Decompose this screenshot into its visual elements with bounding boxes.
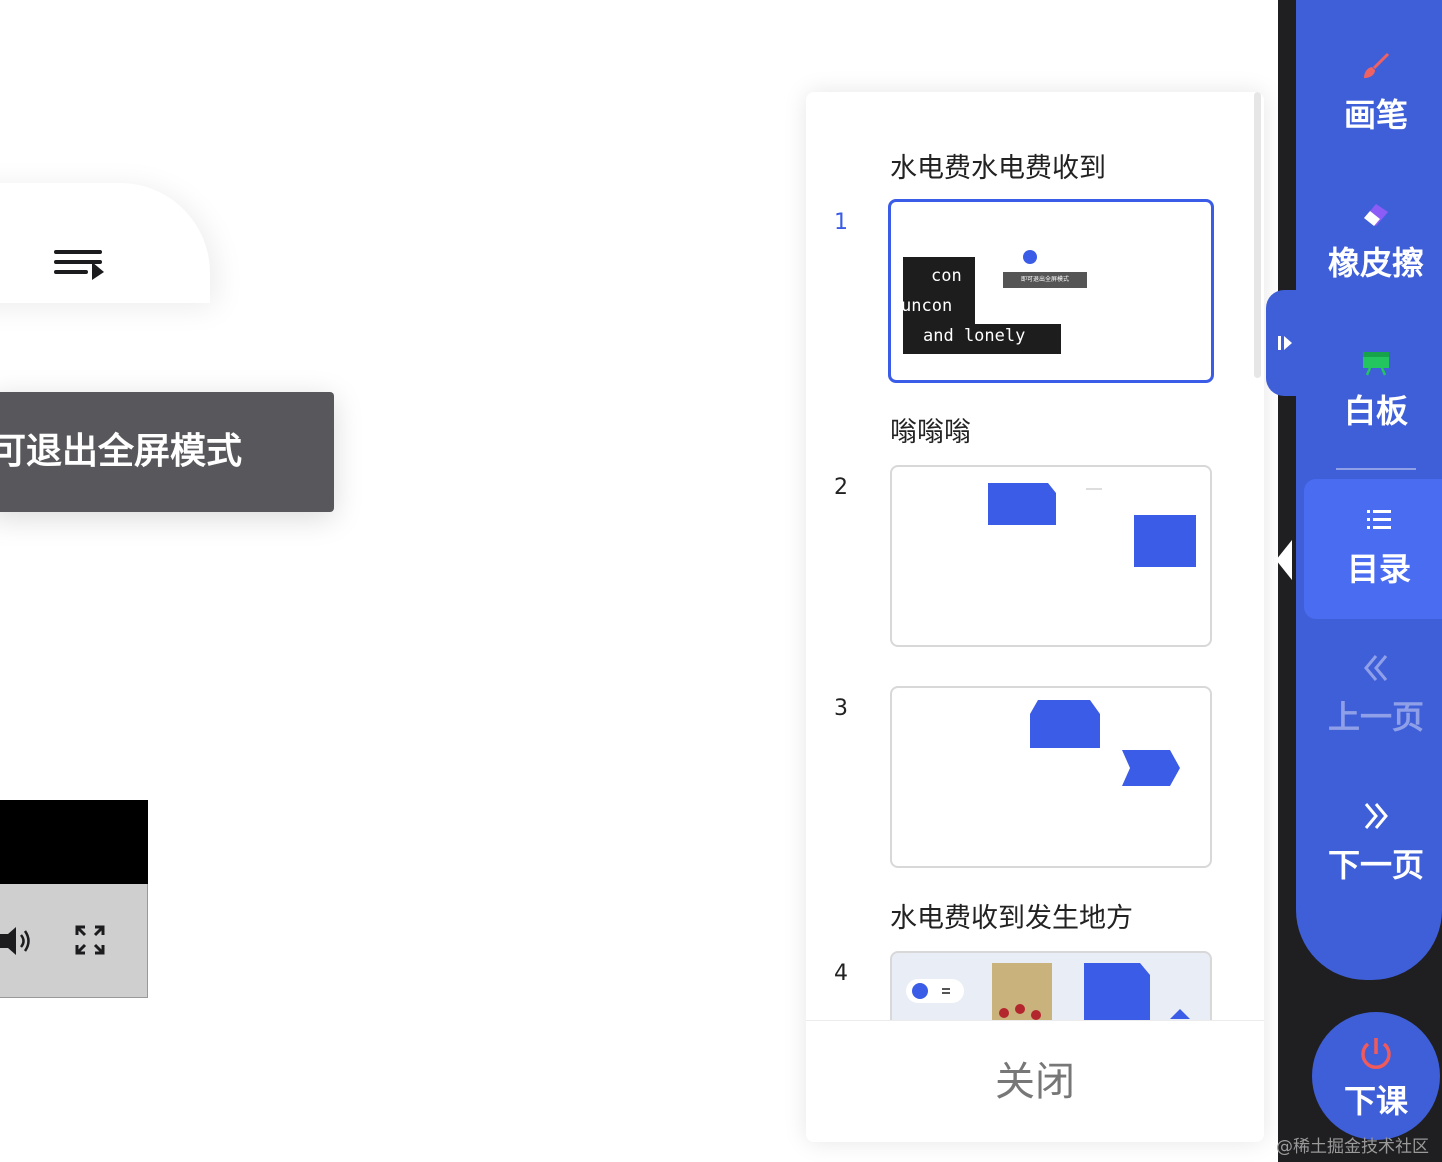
slide-thumbnail-3[interactable] [890,686,1212,868]
slide-number: 1 [834,210,848,235]
toolbar-divider [1336,468,1416,470]
exit-fullscreen-toast: 可退出全屏模式 [0,392,334,512]
whiteboard-tool[interactable]: 白板 [1296,346,1442,432]
course-menu-card [0,183,210,303]
catalog-scrollbar[interactable] [1254,92,1261,378]
double-chevron-right-icon [1364,803,1388,829]
brush-label: 画笔 [1343,96,1408,134]
thumb-shapes [906,963,1190,1020]
panel-pointer [1276,540,1292,580]
next-page-label: 下一页 [1327,846,1424,884]
eraser-label: 橡皮擦 [1327,244,1424,282]
playlist-menu-icon[interactable] [54,248,106,280]
watermark: @稀土掘金技术社区 [1276,1137,1429,1157]
toast-text: 可退出全屏模式 [0,431,243,472]
video-player[interactable] [0,800,148,884]
classroom-screen: 可退出全屏模式 水电费水电费收到 1 即可退出全屏模式 con uncon an… [0,0,1442,1162]
fullscreen-icon[interactable] [74,924,106,956]
brush-icon [1364,52,1390,78]
catalog-label: 目录 [1346,550,1411,588]
slide-thumbnail-1[interactable]: 即可退出全屏模式 con uncon and lonely [888,199,1214,383]
catalog-footer: 关闭 [806,1020,1264,1142]
section-title: 嗡嗡嗡 [890,417,971,448]
slide-number: 4 [834,961,848,986]
thumb-play-dot [1023,250,1037,264]
eraser-tool[interactable]: 橡皮擦 [1296,198,1442,284]
power-icon [1361,1038,1391,1069]
catalog-tool[interactable]: 目录 [1304,504,1442,590]
next-page-button[interactable]: 下一页 [1296,800,1442,886]
prev-page-button[interactable]: 上一页 [1296,652,1442,738]
slide-thumbnail-4[interactable] [890,951,1212,1020]
slide-thumbnail-2[interactable] [890,465,1212,647]
double-chevron-left-icon [1364,655,1388,681]
section-title: 水电费水电费收到 [890,153,1106,184]
eraser-icon [1364,204,1388,226]
speaker-icon[interactable] [0,924,34,958]
list-icon [1367,510,1391,529]
end-class-label: 下课 [1343,1082,1408,1120]
end-class-button[interactable]: 下课 [1312,1012,1440,1140]
prev-page-label: 上一页 [1327,698,1424,736]
thumb-white-box [977,258,1063,322]
catalog-panel: 水电费水电费收到 1 即可退出全屏模式 con uncon and lonely… [806,92,1264,1142]
close-button[interactable]: 关闭 [806,1021,1264,1142]
whiteboard-icon [1363,352,1389,376]
thumb-text-line: con [931,266,962,286]
brush-tool[interactable]: 画笔 [1296,50,1442,136]
thumb-toast: 即可退出全屏模式 [1003,272,1087,288]
section-title: 水电费收到发生地方 [890,903,1133,934]
slide-number: 2 [834,475,848,500]
thumb-text-line: uncon [901,296,953,316]
whiteboard-label: 白板 [1343,392,1408,430]
catalog-list[interactable]: 水电费水电费收到 1 即可退出全屏模式 con uncon and lonely… [806,92,1264,1020]
slide-number: 3 [834,696,848,721]
thumb-text-line: and lonely [923,326,1026,346]
thumb-shapes [1030,700,1180,786]
thumb-shapes [988,483,1196,567]
